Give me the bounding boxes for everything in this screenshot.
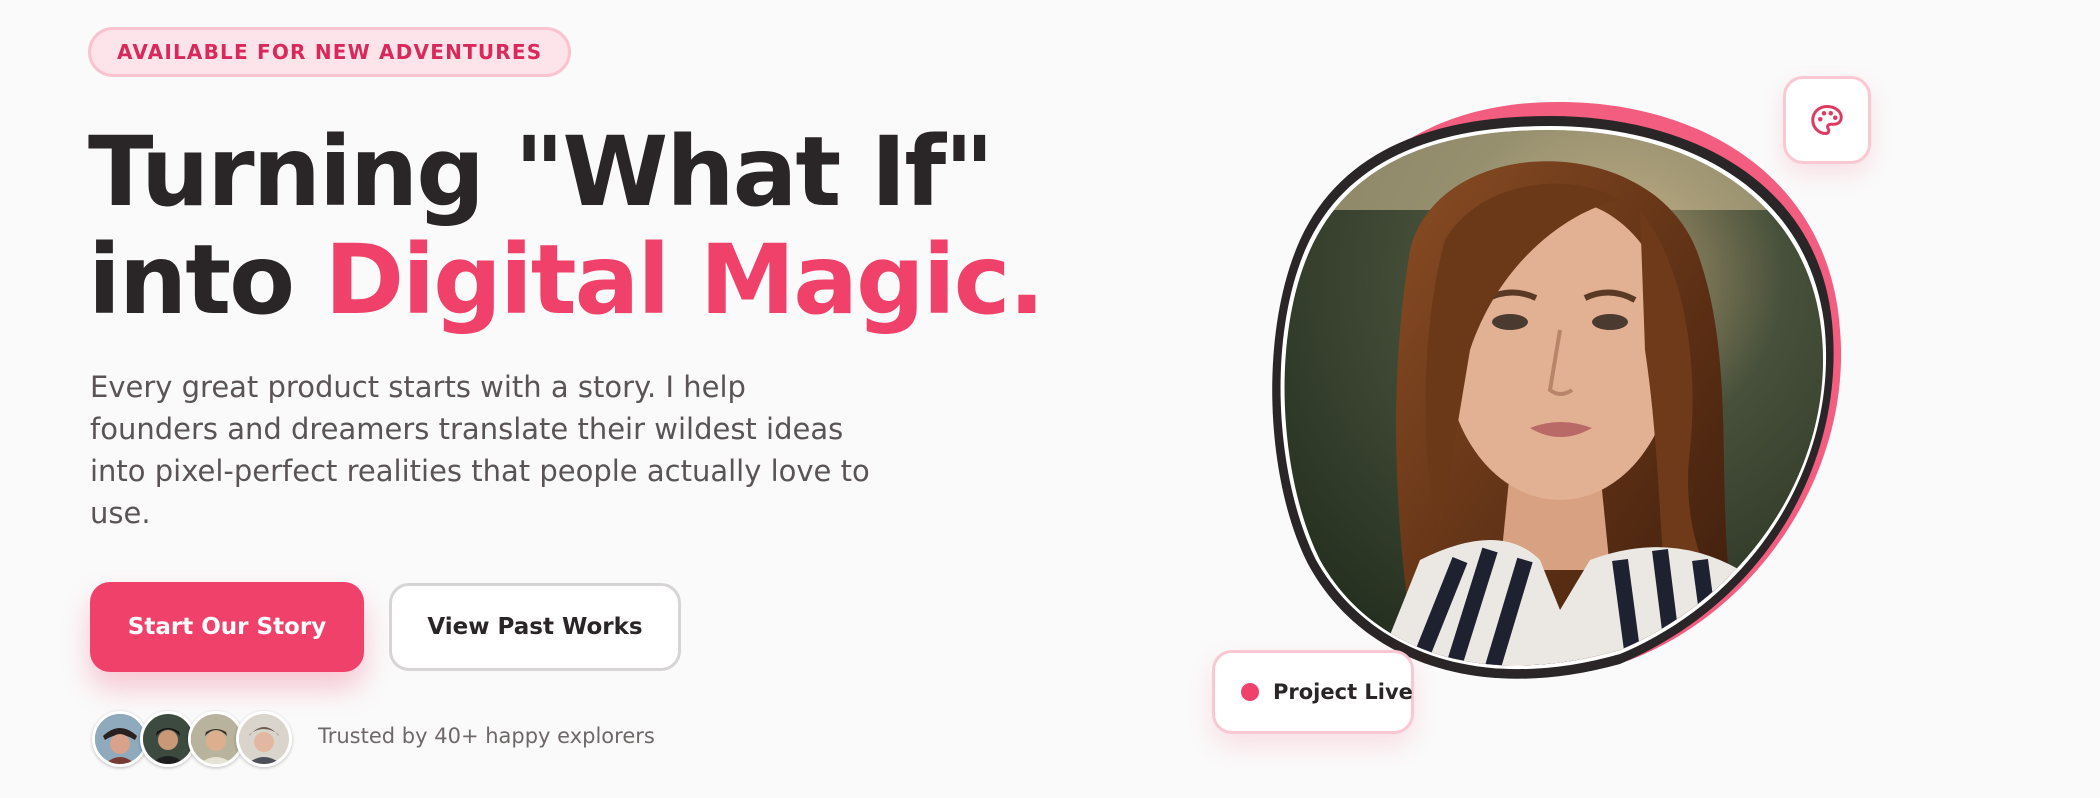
availability-badge: AVAILABLE FOR NEW ADVENTURES xyxy=(88,27,572,77)
portrait-visual xyxy=(1240,90,1860,710)
avatar xyxy=(236,711,292,767)
palette-icon xyxy=(1811,105,1843,135)
project-live-label: Project Live xyxy=(1273,680,1413,704)
availability-badge-label: AVAILABLE FOR NEW ADVENTURES xyxy=(117,40,543,64)
portrait-blob xyxy=(1272,101,1842,679)
start-our-story-button[interactable]: Start Our Story xyxy=(90,582,364,672)
view-past-works-button[interactable]: View Past Works xyxy=(389,583,681,671)
client-avatars xyxy=(92,711,302,767)
headline-line-2-prefix: into xyxy=(88,224,325,336)
trust-caption: Trusted by 40+ happy explorers xyxy=(318,724,655,748)
hero-lead-paragraph: Every great product starts with a story.… xyxy=(90,370,870,530)
headline-line-1: Turning "What If" xyxy=(88,116,994,228)
palette-badge xyxy=(1783,76,1871,164)
project-live-status: Project Live xyxy=(1212,650,1414,734)
headline-accent: Digital Magic. xyxy=(324,224,1046,336)
hero-section: AVAILABLE FOR NEW ADVENTURES Turning "Wh… xyxy=(0,0,2100,798)
live-indicator-dot xyxy=(1241,683,1259,701)
hero-headline: Turning "What If" into Digital Magic. xyxy=(88,116,1046,336)
